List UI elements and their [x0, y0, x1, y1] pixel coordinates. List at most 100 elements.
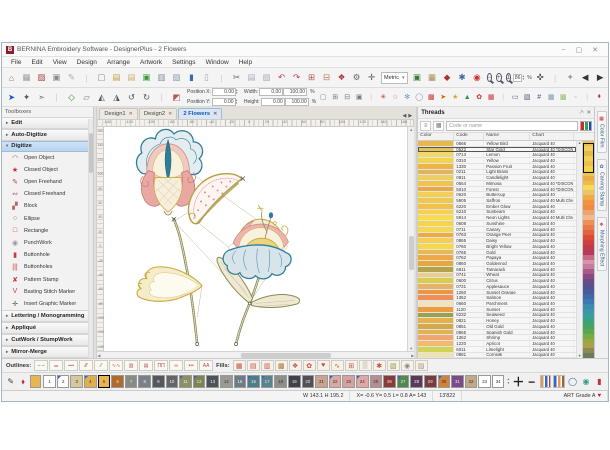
background-icon[interactable]: ◉ [580, 375, 591, 388]
toolbox-tool[interactable]: ✎ Open Freehand [2, 176, 93, 188]
toolbox-tool[interactable]: □ Rectangle [2, 225, 93, 237]
palette-swatch[interactable]: 27 [397, 375, 410, 388]
palette-swatch[interactable]: 21 [315, 375, 328, 388]
outline-wave-icon[interactable]: ∿∿ [109, 360, 123, 371]
width-field[interactable]: 0.00 [259, 88, 283, 96]
palette-swatch[interactable]: 20 [302, 375, 315, 388]
fireworks-icon[interactable]: ✳ [377, 90, 389, 104]
column-code[interactable]: Code [454, 133, 484, 140]
hash-grid-icon[interactable]: # [533, 90, 545, 104]
table-icon[interactable]: ▦ [545, 90, 557, 104]
column-color[interactable]: Color [418, 133, 454, 140]
palette-swatch[interactable]: 3 [70, 375, 83, 388]
outline-dots-icon[interactable]: ••• [184, 360, 198, 371]
docked-tab[interactable]: ▦ Color Film [597, 111, 607, 153]
palette-swatch[interactable]: 24 [356, 375, 369, 388]
assign-threads-icon[interactable] [553, 375, 565, 388]
circle-outline-icon[interactable]: ◯ [413, 90, 425, 104]
close-button[interactable]: ✕ [592, 46, 598, 54]
minimize-button[interactable]: – [562, 46, 566, 54]
palette-swatch[interactable]: 26 [383, 375, 396, 388]
fill-stipple-icon[interactable]: ▒ [359, 360, 372, 371]
outline-satin-icon[interactable]: ▥ [124, 360, 138, 371]
measurement-units-dropdown[interactable]: Metric▾ [381, 72, 408, 84]
separator[interactable]: | [497, 90, 509, 104]
outline-backstitch-icon[interactable]: ⁄⁄ [94, 360, 108, 371]
toolbox-tool[interactable]: ✘ Pattern Stamp [2, 273, 93, 285]
print-icon[interactable]: ▥ [154, 71, 169, 85]
tab-close-icon[interactable]: ✕ [168, 111, 172, 117]
print-preview-icon[interactable]: ▧ [169, 71, 184, 85]
scroll-up-icon[interactable]: ▲ [578, 141, 582, 145]
toolbox-tool[interactable]: ★ Closed Object [2, 164, 93, 176]
palette-swatch[interactable]: 22 [329, 375, 342, 388]
document-tab[interactable]: 2 Flowers ✕ [178, 108, 222, 119]
menu-item[interactable]: Help [234, 59, 257, 66]
insert-embroidery-icon[interactable]: ⊞ [304, 71, 319, 85]
list-view-icon[interactable]: ≡ [420, 121, 431, 131]
show-artwork-icon[interactable]: ▣ [410, 71, 425, 85]
docked-tab[interactable]: ✿ Carving Stamp [597, 159, 607, 211]
palette-swatch[interactable]: 16 [247, 375, 260, 388]
position-y-field[interactable]: 0.00 [212, 98, 236, 106]
menu-item[interactable]: Design [72, 59, 102, 66]
menu-item[interactable]: Arrange [102, 59, 135, 66]
palette-swatch[interactable]: 23 [342, 375, 355, 388]
fill-weave-icon[interactable]: ▩ [275, 360, 288, 371]
undo-icon[interactable]: ↶ [274, 71, 289, 85]
transform-icon[interactable]: ▱ [79, 90, 94, 104]
portfolio-icon[interactable]: ◆ [440, 71, 455, 85]
fill-cross-icon[interactable]: ▨ [415, 360, 428, 371]
document-tab[interactable]: Design1 ✕ [99, 108, 137, 119]
outline-motif-icon[interactable]: ∞ [169, 360, 183, 371]
overview-window-icon[interactable]: ▣ [49, 71, 64, 85]
thread-color-strip[interactable] [582, 141, 594, 358]
canvas-horizontal-scrollbar[interactable]: ◀ ▶ [97, 351, 414, 358]
fill-step-icon[interactable]: ▤ [247, 360, 260, 371]
fill-star-icon[interactable]: ✱ [373, 360, 386, 371]
select-object-icon[interactable]: ➤ [4, 90, 19, 104]
palette-swatch[interactable]: 9 [152, 375, 165, 388]
pale-box-icon[interactable]: ▫ [569, 90, 581, 104]
quilter-icon[interactable]: ✱ [455, 71, 470, 85]
lock-icon[interactable]: ▣ [353, 90, 365, 104]
design-properties-icon[interactable]: ▮ [594, 375, 605, 388]
grid-red-icon[interactable]: ▦ [485, 90, 497, 104]
group-icon[interactable]: ⊞ [329, 90, 341, 104]
palette-swatch[interactable]: 14 [220, 375, 233, 388]
fill-satin-icon[interactable]: ▥ [261, 360, 274, 371]
toolbox-section[interactable]: ▸ Mirror-Merge [2, 346, 93, 358]
recolor-icon[interactable]: ◩ [169, 90, 184, 104]
zoom-in-icon[interactable]: + [496, 73, 502, 82]
separator[interactable]: | [79, 71, 94, 85]
toolbox-tool[interactable]: ∾ Closed Freehand [2, 188, 93, 200]
add-color-button[interactable]: ＋ [512, 375, 524, 389]
palette-swatch[interactable]: 5 [98, 375, 111, 388]
stitch-player-icon[interactable]: ◉ [470, 71, 485, 85]
copy-icon[interactable]: ▤ [244, 71, 259, 85]
scroll-up-icon[interactable]: ▲ [409, 127, 413, 132]
outline-blanket-icon[interactable]: ▤ [139, 360, 153, 371]
separator[interactable]: | [581, 90, 593, 104]
remove-color-button[interactable]: − [526, 375, 538, 389]
docked-tab[interactable]: ❖ Morphing Effect [597, 217, 607, 271]
separator[interactable]: | [214, 71, 229, 85]
grid-view-icon[interactable]: ▦ [433, 121, 444, 131]
scale-y-field[interactable]: 100.00 [285, 98, 309, 106]
palette-swatch[interactable]: 17 [261, 375, 274, 388]
mirror-x-icon[interactable]: ◭ [94, 90, 109, 104]
paint-bucket-icon[interactable]: ⬧ [17, 375, 28, 388]
gear-icon[interactable]: ⚙ [349, 71, 364, 85]
menu-item[interactable]: File [6, 59, 26, 66]
open-recent-icon[interactable]: ▤ [124, 71, 139, 85]
gear-red-icon[interactable]: ✿ [473, 90, 485, 104]
palette-swatch[interactable]: 7 [125, 375, 138, 388]
scroll-thumb[interactable] [409, 236, 414, 270]
palette-swatch[interactable]: 4 [84, 375, 97, 388]
palette-swatch[interactable]: 29 [424, 375, 437, 388]
insert-artwork-icon[interactable]: ⊟ [319, 71, 334, 85]
mirror-y-icon[interactable]: ◮ [109, 90, 124, 104]
column-name[interactable]: Name [484, 133, 530, 140]
position-x-field[interactable]: 0.00 [212, 88, 236, 96]
tab-close-icon[interactable]: ✕ [129, 111, 133, 117]
